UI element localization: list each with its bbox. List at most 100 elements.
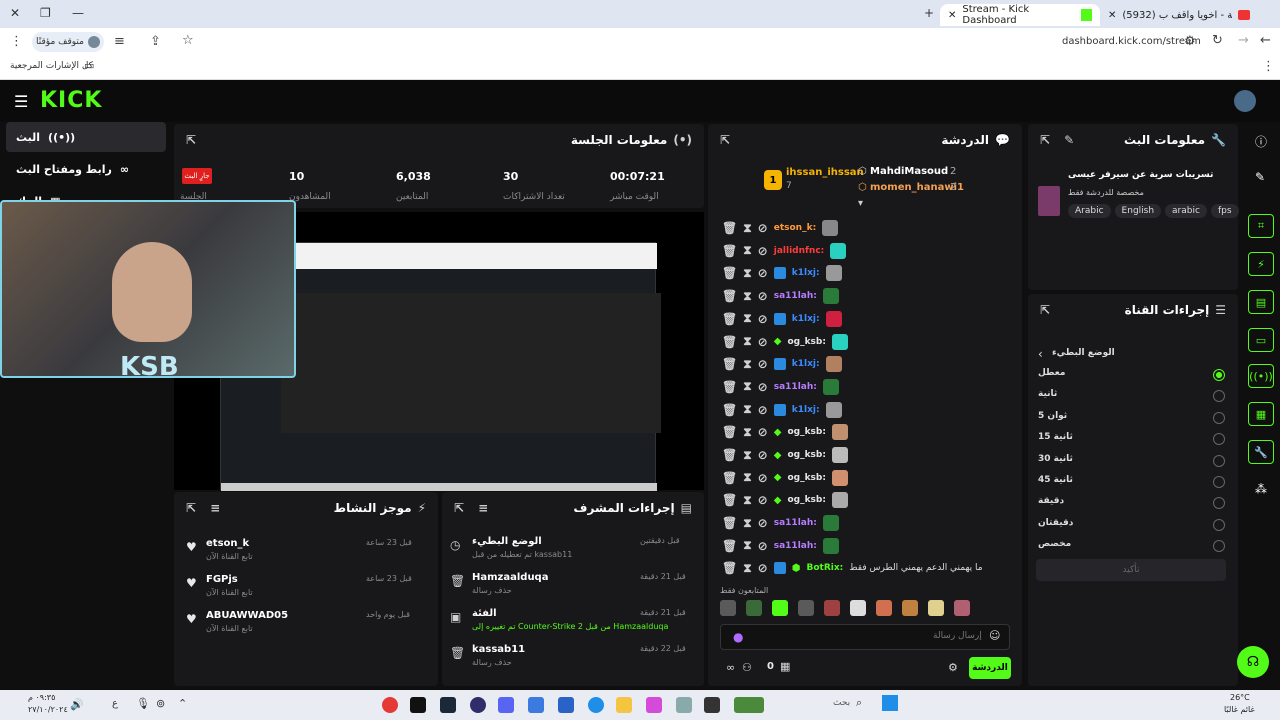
- delete-icon[interactable]: 🗑: [722, 516, 737, 530]
- all-bookmarks-label[interactable]: كل الإشارات المرجعية: [10, 61, 93, 71]
- timeout-icon[interactable]: ⧗: [743, 448, 751, 463]
- timeout-icon[interactable]: ⧗: [743, 221, 751, 236]
- chat-username[interactable]: og_ksb:: [787, 450, 826, 460]
- popout-icon[interactable]: ⇱: [720, 133, 730, 147]
- emote[interactable]: [746, 600, 762, 616]
- copilot-app-icon[interactable]: [646, 697, 662, 713]
- users-icon[interactable]: ⚇: [742, 661, 752, 674]
- chat-settings-icon[interactable]: ⚙: [948, 661, 958, 674]
- popout-icon[interactable]: ⇱: [186, 501, 196, 515]
- slow-mode-radio[interactable]: [1213, 369, 1225, 381]
- ban-icon[interactable]: ⊘: [758, 471, 768, 485]
- timeout-icon[interactable]: ⧗: [743, 470, 751, 485]
- points-icon[interactable]: ∞: [726, 661, 735, 674]
- chat-username[interactable]: k1lxj:: [792, 268, 820, 278]
- broadcast-side-icon[interactable]: ((•)): [1248, 364, 1274, 388]
- search-icon[interactable]: ⌕: [856, 696, 862, 710]
- tab-kick-dashboard[interactable]: ✕ Stream - Kick Dashboard: [940, 4, 1100, 26]
- delete-icon[interactable]: 🗑: [722, 289, 737, 303]
- chat-username[interactable]: k1lxj:: [792, 405, 820, 415]
- restore-window-icon[interactable]: ❐: [40, 6, 51, 20]
- chat-username[interactable]: k1lxj:: [792, 314, 820, 324]
- timeout-icon[interactable]: ⧗: [743, 538, 751, 553]
- chat-username[interactable]: etson_k:: [774, 223, 816, 233]
- chat-username[interactable]: og_ksb:: [787, 473, 826, 483]
- hamburger-icon[interactable]: ☰: [14, 92, 28, 111]
- volume-icon[interactable]: 🔊: [70, 698, 84, 711]
- filter-icon[interactable]: ≡: [478, 501, 488, 515]
- layout-side-icon[interactable]: ▦: [1248, 402, 1274, 426]
- close-tab-icon[interactable]: ✕: [948, 10, 956, 21]
- ban-icon[interactable]: ⊘: [758, 244, 768, 258]
- chat-username[interactable]: og_ksb:: [787, 495, 826, 505]
- tag[interactable]: Arabic: [1068, 204, 1111, 218]
- ban-icon[interactable]: ⊘: [758, 221, 768, 235]
- emote[interactable]: [876, 600, 892, 616]
- timeout-icon[interactable]: ⧗: [743, 561, 751, 576]
- tray-expand-icon[interactable]: ⌃: [178, 697, 187, 710]
- filter-icon[interactable]: ≡: [210, 501, 220, 515]
- slow-mode-radio[interactable]: [1213, 476, 1225, 488]
- chat-username[interactable]: og_ksb:: [787, 427, 826, 437]
- profile-paused-chip[interactable]: متوقف مؤقتًا: [32, 32, 104, 52]
- chat-username[interactable]: sa11lah:: [774, 291, 817, 301]
- language-indicator[interactable]: ع: [112, 698, 118, 709]
- timeout-icon[interactable]: ⧗: [743, 266, 751, 281]
- timeout-icon[interactable]: ⧗: [743, 243, 751, 258]
- microphone-icon[interactable]: 🎙: [136, 697, 150, 710]
- chat-username[interactable]: BotRix:: [806, 563, 843, 573]
- ban-icon[interactable]: ⊘: [758, 425, 768, 439]
- url-text[interactable]: dashboard.kick.com/stream: [1062, 36, 1201, 47]
- app-icon[interactable]: [528, 697, 544, 713]
- widgets-icon[interactable]: [734, 697, 764, 713]
- chat-username[interactable]: sa11lah:: [774, 382, 817, 392]
- edge-app-icon[interactable]: [588, 697, 604, 713]
- popout-icon[interactable]: ⇱: [1040, 133, 1050, 147]
- chat-username[interactable]: k1lxj:: [792, 359, 820, 369]
- ban-icon[interactable]: ⊘: [758, 448, 768, 462]
- mic-icon[interactable]: ●: [733, 630, 743, 644]
- app-icon[interactable]: [676, 697, 692, 713]
- chrome-app-icon[interactable]: [382, 697, 398, 713]
- delete-icon[interactable]: 🗑: [722, 357, 737, 371]
- app-icon[interactable]: [704, 697, 720, 713]
- network-icon[interactable]: ⊚: [156, 697, 165, 710]
- nav-item-stream[interactable]: ((•)) البث: [6, 122, 166, 152]
- delete-icon[interactable]: 🗑: [722, 380, 737, 394]
- timeout-icon[interactable]: ⧗: [743, 493, 751, 508]
- delete-icon[interactable]: 🗑: [722, 221, 737, 235]
- obs-app-icon[interactable]: [470, 697, 486, 713]
- share-icon[interactable]: ⇪: [150, 34, 161, 49]
- kick-logo[interactable]: KICK: [40, 88, 102, 113]
- chat-username[interactable]: sa11lah:: [774, 541, 817, 551]
- timeout-icon[interactable]: ⧗: [743, 379, 751, 394]
- support-headset-icon[interactable]: ☊: [1237, 646, 1269, 678]
- clock-date[interactable]: ٢٧/١٠/٢٠٢٤: [28, 705, 68, 714]
- site-settings-icon[interactable]: ⚙: [1184, 34, 1196, 49]
- popout-icon[interactable]: ⇱: [454, 501, 464, 515]
- file-explorer-icon[interactable]: [616, 697, 632, 713]
- slow-mode-radio[interactable]: [1213, 454, 1225, 467]
- ban-icon[interactable]: ⊘: [758, 561, 768, 575]
- slow-mode-radio[interactable]: [1213, 518, 1225, 531]
- chat-username[interactable]: og_ksb:: [787, 337, 826, 347]
- tag[interactable]: arabic: [1165, 204, 1207, 218]
- store-icon[interactable]: ▦: [780, 660, 790, 673]
- clock-time[interactable]: ٠٩:٣٥ م: [28, 693, 55, 702]
- forward-icon[interactable]: →: [1238, 33, 1249, 48]
- send-chat-button[interactable]: الدردشة: [969, 657, 1011, 679]
- emote[interactable]: [720, 600, 736, 616]
- slow-mode-radio[interactable]: [1213, 411, 1225, 424]
- info-icon[interactable]: ⓘ: [1255, 133, 1267, 150]
- store-app-icon[interactable]: [558, 697, 574, 713]
- ban-icon[interactable]: ⊘: [758, 289, 768, 303]
- ban-icon[interactable]: ⊘: [758, 335, 768, 349]
- confirm-button[interactable]: تأكيد: [1036, 559, 1226, 581]
- menu-icon[interactable]: ⋮: [10, 34, 23, 49]
- popout-icon[interactable]: ⇱: [186, 133, 196, 147]
- emote[interactable]: [954, 600, 970, 616]
- timeout-icon[interactable]: ⧗: [743, 311, 751, 326]
- user-avatar[interactable]: [1234, 90, 1256, 112]
- wrench-side-icon[interactable]: 🔧: [1248, 440, 1274, 464]
- collapse-leaderboard-icon[interactable]: ▾: [858, 198, 863, 209]
